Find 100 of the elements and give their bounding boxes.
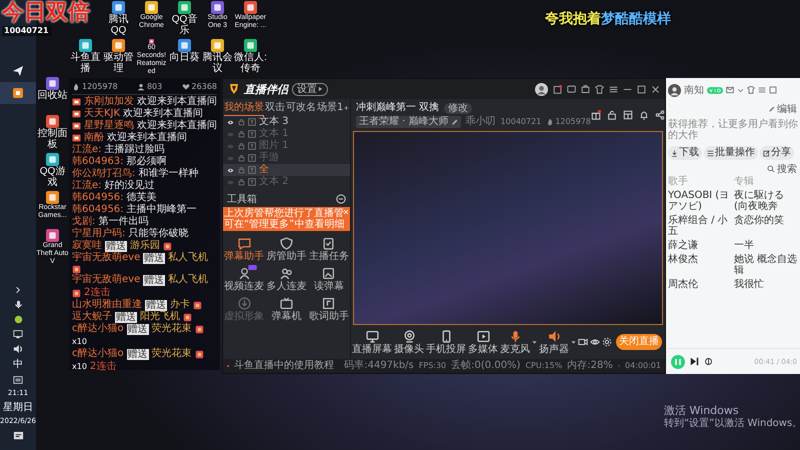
more-circle-icon[interactable] <box>336 194 346 204</box>
layout-icon[interactable] <box>622 110 633 120</box>
desktop-shortcut[interactable]: QQ音乐 <box>168 0 201 38</box>
skin-icon[interactable] <box>581 84 590 94</box>
table-cell-text: 乐粹组合 / 小五 <box>668 215 729 237</box>
menu-icon[interactable] <box>609 84 618 94</box>
dropdown-caret-icon[interactable] <box>571 340 576 344</box>
tool-button[interactable]: 主播任务 <box>308 234 350 264</box>
flame-icon <box>546 118 554 126</box>
desktop-shortcut[interactable]: 回收站 <box>36 76 69 114</box>
eye-icon[interactable] <box>226 166 235 174</box>
desktop-shortcut[interactable]: QQ游戏 <box>36 152 69 190</box>
avatar-icon[interactable] <box>535 82 548 96</box>
chevron-icon[interactable] <box>14 286 22 294</box>
chat-text: 主播踢过脸吗 <box>104 144 165 156</box>
app-icon <box>244 39 257 52</box>
app-icon <box>112 39 125 52</box>
ime-indicator[interactable]: 中 <box>13 358 23 370</box>
stat-text: 803 <box>146 81 162 93</box>
shirt-icon[interactable] <box>747 86 755 94</box>
control-button[interactable]: 摄像头 <box>394 330 424 354</box>
search-icon[interactable] <box>767 165 775 173</box>
desktop-shortcut[interactable]: 斗鱼直播 <box>69 38 102 76</box>
settings-pill[interactable]: 设置 <box>292 82 328 96</box>
maximize-icon[interactable] <box>637 84 646 94</box>
record-icon[interactable] <box>578 337 588 347</box>
edit-link[interactable]: 编辑 <box>777 102 797 116</box>
control-button[interactable]: 扬声器 <box>539 330 569 354</box>
desktop-shortcut[interactable]: 驱动管理 <box>102 38 135 76</box>
control-button[interactable]: 直播屏幕 <box>352 330 392 354</box>
keyboard-icon[interactable] <box>13 374 23 385</box>
gift-box-icon[interactable] <box>590 110 601 120</box>
desktop-shortcut[interactable]: 向日葵 <box>168 38 201 76</box>
action-button[interactable]: 下载 <box>668 146 702 160</box>
gift-name: 荧光花束 <box>152 348 192 360</box>
paper-plane-icon[interactable] <box>12 65 24 77</box>
status-metric: FPS:30 <box>418 360 446 372</box>
shirt-icon[interactable] <box>595 84 604 94</box>
next-track-icon[interactable] <box>690 357 699 366</box>
category-tag[interactable]: 王者荣耀 · 巅峰大师 <box>356 116 461 128</box>
notification-icon[interactable] <box>12 431 24 442</box>
notebook-icon[interactable] <box>553 84 562 94</box>
tool-button[interactable]: 读弹幕 <box>308 264 350 294</box>
source-row[interactable]: 文本 3 <box>223 116 350 128</box>
search-link[interactable]: 搜索 <box>777 162 797 176</box>
source-row[interactable]: 全 <box>223 164 350 176</box>
message-icon[interactable] <box>567 84 576 94</box>
eye-icon[interactable] <box>590 337 600 347</box>
scene-tab[interactable]: 可改名 <box>286 100 316 116</box>
source-name: 文本 2 <box>259 176 289 188</box>
chat-bubble-icon <box>238 236 251 250</box>
edit-tag-button[interactable]: 修改 <box>444 102 472 114</box>
scene-tab[interactable]: 场景1 <box>317 100 344 116</box>
table-cell-text: 我很忙 <box>734 279 765 290</box>
text-layer-icon <box>248 130 256 138</box>
settings-icon[interactable] <box>602 337 612 347</box>
tutorial-link[interactable]: 斗鱼直播中的使用教程 <box>234 360 334 372</box>
desktop-shortcut[interactable]: 腾讯会议 <box>201 38 234 76</box>
scene-tab[interactable]: 我的场景 <box>224 100 264 116</box>
tool-button[interactable]: 多人连麦 <box>265 264 308 294</box>
text-layer-icon <box>248 142 256 150</box>
tool-button[interactable]: 房管助手 <box>265 234 308 264</box>
user-name: 韩604963: <box>72 156 124 168</box>
control-button[interactable]: 麦克风 <box>500 330 530 354</box>
control-button[interactable]: 手机投屏 <box>426 330 466 354</box>
tool-button[interactable]: 弹幕助手 <box>223 234 266 264</box>
avatar-icon[interactable] <box>668 84 681 96</box>
download-icon <box>671 150 678 156</box>
tool-button[interactable]: 弹幕机 <box>265 294 308 324</box>
welcome-text: 欢迎来到本直播间 <box>137 120 217 132</box>
menu-icon[interactable] <box>758 86 766 94</box>
bell-icon[interactable] <box>638 110 649 120</box>
add-icon[interactable] <box>344 104 349 112</box>
welcome-text: 欢迎来到本直播间 <box>137 96 217 108</box>
app-icon <box>46 115 59 128</box>
microphone-icon[interactable] <box>14 298 22 310</box>
share-icon[interactable] <box>654 110 665 120</box>
chevron-down-icon[interactable] <box>737 86 744 94</box>
network-icon[interactable] <box>13 328 23 339</box>
dropdown-caret-icon[interactable] <box>532 340 537 344</box>
tool-button[interactable]: 视频连麦 <box>223 264 266 294</box>
lock-icon[interactable] <box>606 110 617 120</box>
gift-action-label: 赠送 <box>126 324 149 334</box>
action-button[interactable]: 批量操作 <box>704 146 758 160</box>
tool-button[interactable]: 歌词助手 <box>308 294 350 324</box>
combo-text: 2连击 <box>90 361 116 373</box>
desktop-shortcut[interactable]: 腾讯QQ <box>102 0 135 38</box>
eye-icon[interactable] <box>226 118 235 126</box>
app-icon[interactable] <box>12 87 24 99</box>
desktop-shortcut[interactable]: 微信人: 传奇 <box>234 38 267 76</box>
status-dot-icon[interactable] <box>14 314 22 324</box>
mail-icon[interactable] <box>726 86 734 94</box>
desktop-shortcut[interactable]: 控制面板 <box>36 114 69 152</box>
window-icon[interactable] <box>769 86 777 94</box>
shield-icon <box>280 236 293 250</box>
action-button[interactable]: 分享 <box>760 146 794 160</box>
app-icon <box>211 1 224 14</box>
close-icon[interactable] <box>651 84 660 94</box>
scene-tab[interactable]: 双击 <box>265 100 285 116</box>
control-button[interactable]: 多媒体 <box>468 330 498 354</box>
